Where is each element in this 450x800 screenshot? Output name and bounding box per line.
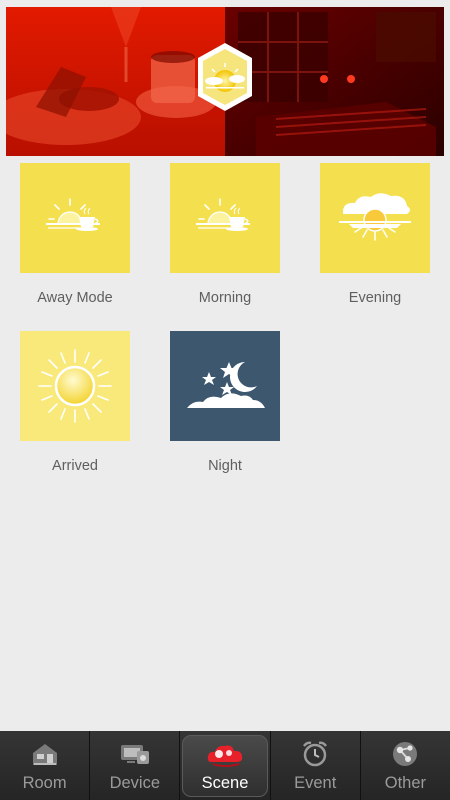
scene-label: Morning <box>198 290 252 306</box>
tab-label: Device <box>109 774 161 792</box>
tab-label: Scene <box>201 774 249 792</box>
scene-label: Away Mode <box>37 290 113 306</box>
sunrise-coffee-icon <box>196 198 250 231</box>
house-icon <box>30 739 60 769</box>
alarm-clock-icon <box>301 739 329 769</box>
scene-night[interactable]: Night <box>170 331 280 474</box>
tv-device-icon <box>119 739 151 769</box>
scene-cloud-icon <box>205 739 245 769</box>
scene-evening[interactable]: Evening <box>320 163 430 306</box>
scene-tile[interactable] <box>320 163 430 273</box>
sun-icon <box>38 349 112 423</box>
share-nodes-icon <box>391 739 419 769</box>
sunrise-coffee-icon <box>46 198 100 231</box>
tab-label: Other <box>384 774 427 792</box>
scene-tile[interactable] <box>20 331 130 441</box>
tab-label: Event <box>294 774 337 792</box>
scene-label: Arrived <box>52 458 98 474</box>
scene-morning[interactable]: Morning <box>170 163 280 306</box>
scene-tile[interactable] <box>170 163 280 273</box>
tab-scene[interactable]: Scene <box>180 731 271 800</box>
tab-device[interactable]: Device <box>90 731 181 800</box>
scene-away-mode[interactable]: Away Mode <box>20 163 130 306</box>
scene-label: Evening <box>348 290 402 306</box>
sunset-clouds-icon <box>339 193 411 241</box>
moon-stars-icon <box>187 362 265 408</box>
tab-event[interactable]: Event <box>270 731 361 800</box>
tab-room[interactable]: Room <box>0 731 91 800</box>
tab-label: Room <box>22 774 67 792</box>
tab-other[interactable]: Other <box>360 731 450 800</box>
scene-arrived[interactable]: Arrived <box>20 331 130 474</box>
bottom-tab-bar: Room Device Scene Event Other <box>0 731 450 800</box>
scene-label: Night <box>208 458 242 474</box>
scene-tile[interactable] <box>170 331 280 441</box>
scene-tile[interactable] <box>20 163 130 273</box>
scene-banner <box>6 7 444 156</box>
